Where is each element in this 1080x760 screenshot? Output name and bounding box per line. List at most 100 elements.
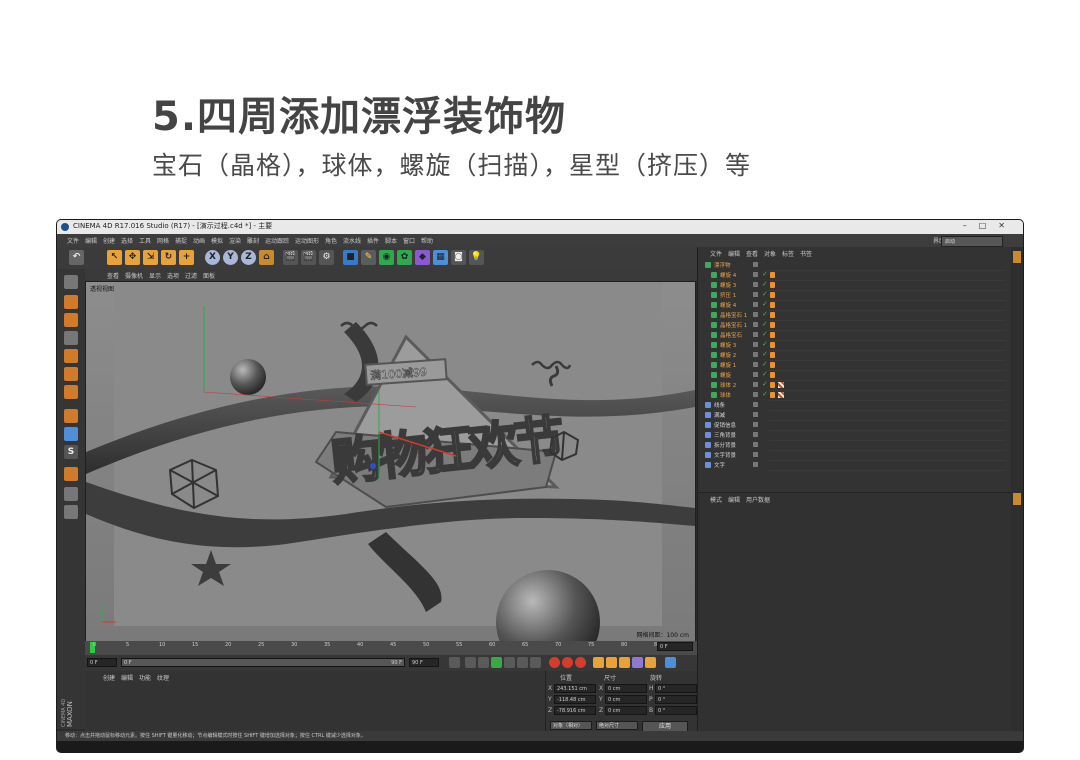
object-row[interactable]: 螺旋 2 ✓: [698, 350, 1008, 360]
visibility-toggle[interactable]: [753, 322, 758, 327]
enabled-check-icon[interactable]: ✓: [762, 340, 768, 348]
menu-item-15[interactable]: 插件: [367, 236, 379, 245]
visibility-toggle[interactable]: [753, 262, 758, 267]
menu-item-1[interactable]: 编辑: [85, 236, 97, 245]
menu-item-14[interactable]: 流水线: [343, 236, 361, 245]
object-row[interactable]: 螺旋 1 ✓: [698, 360, 1008, 370]
object-menu-item-0[interactable]: 文件: [710, 249, 722, 258]
object-row[interactable]: 漂浮物: [698, 260, 1008, 270]
object-row[interactable]: 三角背景: [698, 430, 1008, 440]
point-mode-button[interactable]: [64, 349, 78, 363]
menu-item-12[interactable]: 运动图形: [295, 236, 319, 245]
workplane-button[interactable]: [64, 467, 78, 481]
object-row[interactable]: 满减: [698, 410, 1008, 420]
menu-item-18[interactable]: 帮助: [421, 236, 433, 245]
material-tag-icon[interactable]: [770, 342, 775, 348]
object-row[interactable]: 晶格宝石 ✓: [698, 330, 1008, 340]
key-pla-button[interactable]: [645, 657, 656, 668]
material-tag-icon[interactable]: [770, 372, 775, 378]
object-row[interactable]: 促销信息: [698, 420, 1008, 430]
texture-tag-icon[interactable]: [778, 382, 784, 388]
make-editable-button[interactable]: [64, 275, 78, 289]
keyframe-selection-button[interactable]: [575, 657, 586, 668]
material-tag-icon[interactable]: [770, 282, 775, 288]
go-to-start-button[interactable]: [449, 657, 460, 668]
render-settings-button[interactable]: ⚙: [319, 250, 334, 265]
object-row[interactable]: 螺旋 3 ✓: [698, 280, 1008, 290]
material-tag-icon[interactable]: [770, 302, 775, 308]
object-row[interactable]: 球体 2 ✓: [698, 380, 1008, 390]
add-tool-button[interactable]: +: [179, 250, 194, 265]
enabled-check-icon[interactable]: ✓: [762, 270, 768, 278]
key-position-button[interactable]: [593, 657, 604, 668]
visibility-toggle[interactable]: [753, 292, 758, 297]
frame-range-slider[interactable]: 0 F 90 F: [121, 658, 405, 667]
scale-tool-button[interactable]: ⇲: [143, 250, 158, 265]
solo-button[interactable]: [64, 505, 78, 519]
timeline-ruler[interactable]: 051015202530354045505560657075808590: [85, 641, 697, 655]
rotation-p-field[interactable]: 0 °: [655, 695, 697, 704]
object-row[interactable]: 文字: [698, 460, 1008, 470]
enabled-check-icon[interactable]: ✓: [762, 290, 768, 298]
visibility-toggle[interactable]: [753, 462, 758, 467]
size-z-field[interactable]: 0 cm: [605, 706, 647, 715]
enabled-check-icon[interactable]: ✓: [762, 380, 768, 388]
viewport-menu-item-1[interactable]: 摄像机: [125, 271, 143, 280]
enabled-check-icon[interactable]: ✓: [762, 320, 768, 328]
enabled-check-icon[interactable]: ✓: [762, 390, 768, 398]
object-row[interactable]: 螺旋 3 ✓: [698, 340, 1008, 350]
size-y-field[interactable]: 0 cm: [605, 695, 647, 704]
array-button[interactable]: ✿: [397, 250, 412, 265]
menu-item-11[interactable]: 运动跟踪: [265, 236, 289, 245]
menu-item-8[interactable]: 模拟: [211, 236, 223, 245]
rotate-tool-button[interactable]: ↻: [161, 250, 176, 265]
enabled-check-icon[interactable]: ✓: [762, 310, 768, 318]
material-tag-icon[interactable]: [770, 352, 775, 358]
light-button[interactable]: 💡: [469, 250, 484, 265]
floor-button[interactable]: ▦: [433, 250, 448, 265]
object-row[interactable]: 挤压 1 ✓: [698, 290, 1008, 300]
previous-key-button[interactable]: [465, 657, 476, 668]
select-tool-button[interactable]: ↖: [107, 250, 122, 265]
object-row[interactable]: 晶格宝石 1 ✓: [698, 320, 1008, 330]
enabled-check-icon[interactable]: ✓: [762, 350, 768, 358]
viewport-menu-item-0[interactable]: 查看: [107, 271, 119, 280]
material-tag-icon[interactable]: [770, 292, 775, 298]
camera-button[interactable]: ◙: [451, 250, 466, 265]
key-rotation-button[interactable]: [619, 657, 630, 668]
next-key-button[interactable]: [517, 657, 528, 668]
edge-mode-button[interactable]: [64, 367, 78, 381]
menu-item-13[interactable]: 角色: [325, 236, 337, 245]
material-tag-icon[interactable]: [770, 322, 775, 328]
visibility-toggle[interactable]: [753, 272, 758, 277]
size-mode-select[interactable]: 绝对尺寸: [596, 721, 638, 730]
render-view-button[interactable]: 🎬: [283, 250, 298, 265]
visibility-toggle[interactable]: [753, 302, 758, 307]
cube-object-button[interactable]: ■: [343, 250, 358, 265]
go-to-end-button[interactable]: [530, 657, 541, 668]
menu-item-4[interactable]: 工具: [139, 236, 151, 245]
material-tag-icon[interactable]: [770, 392, 775, 398]
attributes-tab[interactable]: [1013, 493, 1021, 505]
visibility-toggle[interactable]: [753, 312, 758, 317]
previous-frame-button[interactable]: [478, 657, 489, 668]
position-z-field[interactable]: -78.916 cm: [554, 706, 596, 715]
material-menu-item-2[interactable]: 功能: [139, 673, 151, 682]
menu-item-10[interactable]: 雕刻: [247, 236, 259, 245]
objects-tab[interactable]: [1013, 251, 1021, 263]
object-row[interactable]: 线条: [698, 400, 1008, 410]
end-frame-field[interactable]: 90 F: [409, 658, 439, 667]
visibility-toggle[interactable]: [753, 412, 758, 417]
pen-spline-button[interactable]: ✎: [361, 250, 376, 265]
key-param-button[interactable]: [632, 657, 643, 668]
material-menu-item-3[interactable]: 纹理: [157, 673, 169, 682]
texture-mode-button[interactable]: [64, 295, 78, 309]
material-menu-item-1[interactable]: 编辑: [121, 673, 133, 682]
position-y-field[interactable]: -118.48 cm: [554, 695, 596, 704]
window-controls[interactable]: –□✕: [963, 221, 1017, 230]
coord-mode-select[interactable]: 对象（相对）: [550, 721, 592, 730]
visibility-toggle[interactable]: [753, 422, 758, 427]
polygon-mode-button[interactable]: [64, 385, 78, 399]
nurbs-button[interactable]: ◉: [379, 250, 394, 265]
menu-item-9[interactable]: 渲染: [229, 236, 241, 245]
